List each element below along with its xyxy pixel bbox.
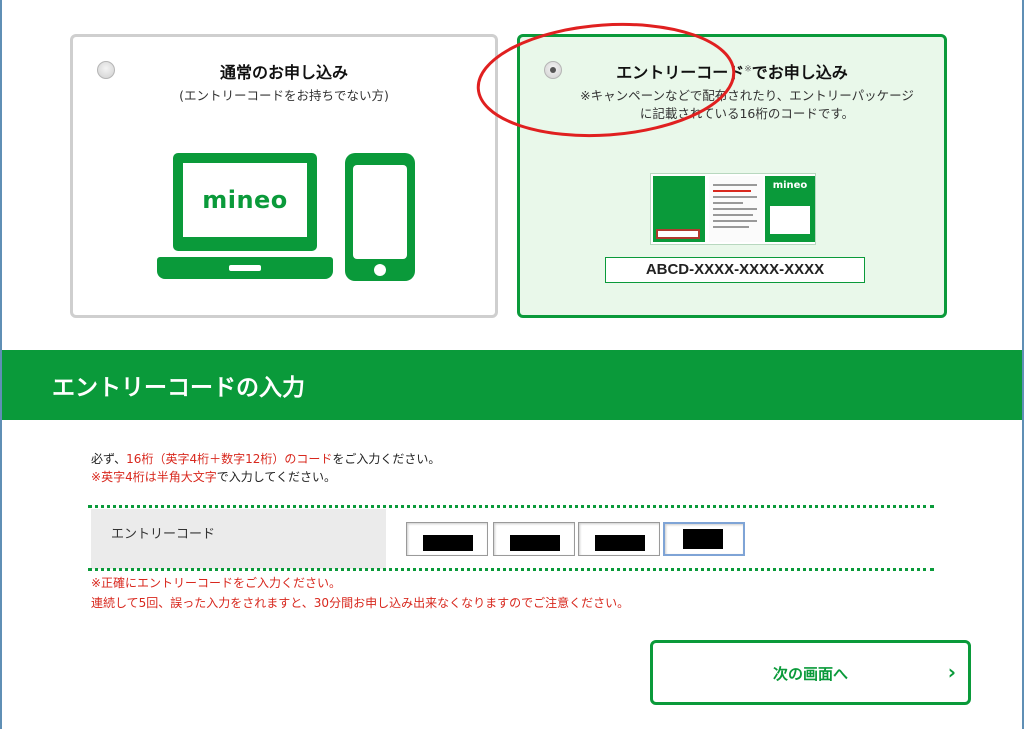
instruction-line2: ※英字4桁は半角大文字で入力してください。 xyxy=(91,468,440,486)
instruction-text: をご入力ください。 xyxy=(332,452,441,466)
instruction-text: で入力してください。 xyxy=(216,470,336,484)
entry-code-input-4[interactable] xyxy=(663,522,745,556)
option-entry-note-line2: に記載されている16桁のコードです。 xyxy=(639,106,855,121)
entry-code-example: ABCD-XXXX-XXXX-XXXX xyxy=(605,257,865,283)
instruction-highlight: 英字4桁は半角大文字 xyxy=(101,470,217,484)
option-entry-title-suffix: でお申し込み xyxy=(751,63,848,82)
entry-package-image: mineo xyxy=(650,173,816,245)
option-entry-note-line1: ※キャンペーンなどで配布されたり、エントリーパッケージ xyxy=(580,88,914,103)
mineo-logo: mineo xyxy=(202,186,288,214)
option-normal-card[interactable]: 通常のお申し込み (エントリーコードをお持ちでない方) mineo xyxy=(70,34,498,318)
entry-code-label-cell: エントリーコード xyxy=(91,509,386,569)
warning-line2: 連続して5回、誤った入力をされますと、30分間お申し込み出来なくなりますのでご注… xyxy=(91,596,630,610)
section-banner: エントリーコードの入力 xyxy=(2,350,1022,420)
next-screen-button[interactable]: 次の画面へ › xyxy=(650,640,971,705)
input-warnings: ※正確にエントリーコードをご入力ください。 連続して5回、誤った入力をされますと… xyxy=(91,573,629,613)
chevron-right-icon: › xyxy=(947,660,956,684)
instruction-text: 必ず、 xyxy=(91,452,127,466)
divider-bottom xyxy=(88,568,934,571)
entry-code-input-3[interactable] xyxy=(578,522,660,556)
code-location-highlight xyxy=(656,229,700,239)
option-entry-note: ※キャンペーンなどで配布されたり、エントリーパッケージ に記載されている16桁の… xyxy=(560,87,934,123)
instruction-highlight: 16桁（英字4桁＋数字12桁）のコード xyxy=(126,452,333,466)
divider-top xyxy=(88,505,934,508)
instruction-line1: 必ず、16桁（英字4桁＋数字12桁）のコードをご入力ください。 xyxy=(91,450,440,468)
entry-code-input-2[interactable] xyxy=(493,522,575,556)
laptop-icon: mineo xyxy=(157,153,333,281)
section-title: エントリーコードの入力 xyxy=(52,375,305,401)
option-entry-title-main: エントリーコード xyxy=(616,63,745,82)
option-entry-card[interactable]: エントリーコード※でお申し込み ※キャンペーンなどで配布されたり、エントリーパッ… xyxy=(517,34,947,318)
warning-line1: ※正確にエントリーコードをご入力ください。 xyxy=(91,576,342,590)
next-screen-label: 次の画面へ xyxy=(772,665,848,683)
package-logo: mineo xyxy=(772,180,808,191)
option-normal-subtitle: (エントリーコードをお持ちでない方) xyxy=(179,88,389,103)
option-entry-title: エントリーコード※でお申し込み xyxy=(520,59,944,83)
instruction-mark: ※ xyxy=(91,470,102,484)
input-instructions: 必ず、16桁（英字4桁＋数字12桁）のコードをご入力ください。 ※英字4桁は半角… xyxy=(91,450,440,486)
entry-code-label: エントリーコード xyxy=(111,527,216,542)
option-entry-title-mark: ※ xyxy=(744,64,752,75)
option-normal-title: 通常のお申し込み xyxy=(219,63,348,82)
smartphone-icon xyxy=(345,153,415,281)
entry-code-input-1[interactable] xyxy=(406,522,488,556)
